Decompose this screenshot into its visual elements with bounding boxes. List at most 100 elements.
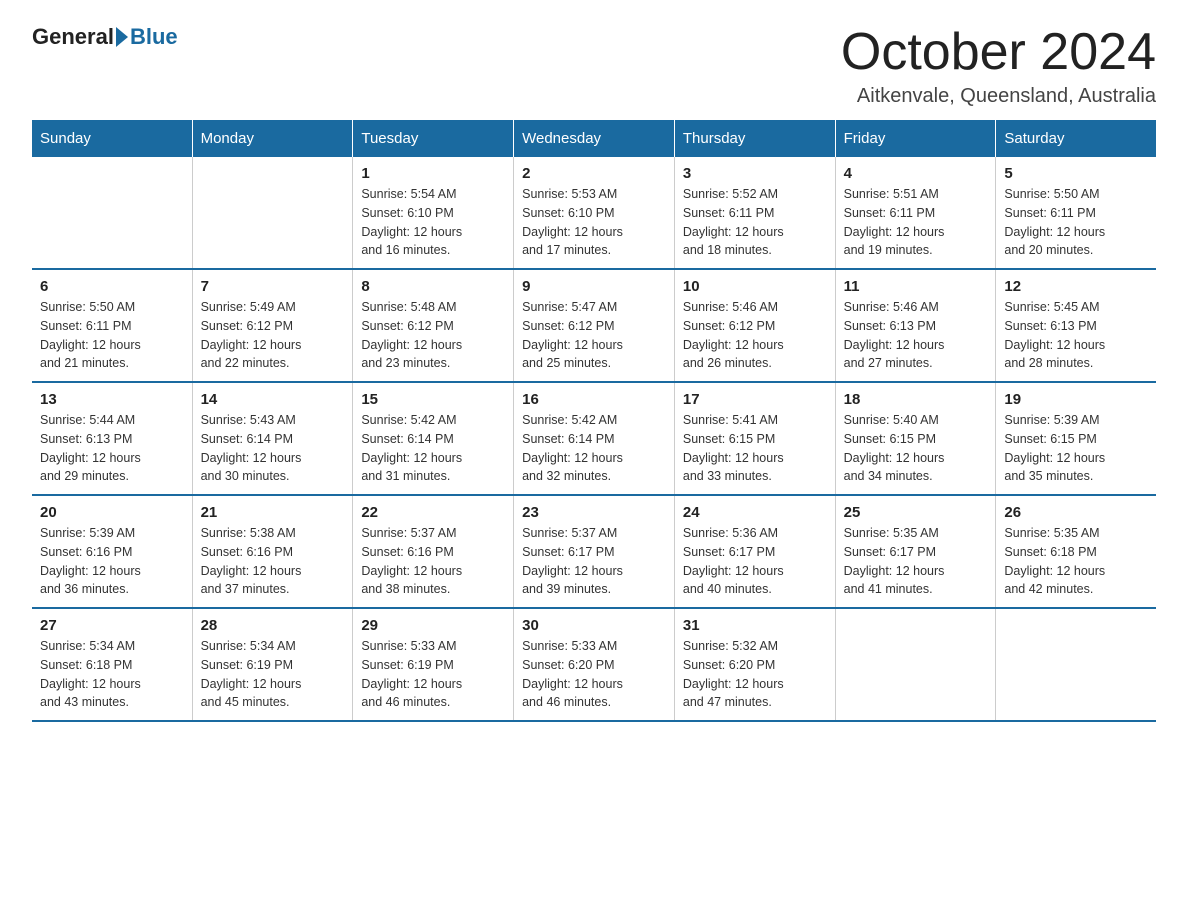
day-info: Sunrise: 5:42 AMSunset: 6:14 PMDaylight:… [361,411,505,486]
calendar-cell: 17 Sunrise: 5:41 AMSunset: 6:15 PMDayligh… [674,382,835,495]
day-info: Sunrise: 5:41 AMSunset: 6:15 PMDaylight:… [683,411,827,486]
title-block: October 2024 Aitkenvale, Queensland, Aus… [841,24,1156,108]
day-info: Sunrise: 5:37 AMSunset: 6:16 PMDaylight:… [361,524,505,599]
day-info: Sunrise: 5:36 AMSunset: 6:17 PMDaylight:… [683,524,827,599]
calendar-cell: 9Sunrise: 5:47 AMSunset: 6:12 PMDaylight… [514,269,675,382]
calendar-cell [835,608,996,721]
calendar-cell: 16Sunrise: 5:42 AMSunset: 6:14 PMDayligh… [514,382,675,495]
header-friday: Friday [835,120,996,157]
header-monday: Monday [192,120,353,157]
logo-text-general: General [32,24,114,50]
calendar-cell: 23 Sunrise: 5:37 AMSunset: 6:17 PMDayligh… [514,495,675,608]
week-row-4: 20 Sunrise: 5:39 AMSunset: 6:16 PMDayligh… [32,495,1156,608]
calendar-cell: 31 Sunrise: 5:32 AMSunset: 6:20 PMDayligh… [674,608,835,721]
header-wednesday: Wednesday [514,120,675,157]
day-number: 31 [683,617,827,634]
calendar-cell: 2Sunrise: 5:53 AMSunset: 6:10 PMDaylight… [514,157,675,269]
day-number: 6 [40,278,184,295]
day-number: 17 [683,391,827,408]
calendar-header: SundayMondayTuesdayWednesdayThursdayFrid… [32,120,1156,157]
day-number: 25 [844,504,988,521]
day-number: 30 [522,617,666,634]
day-number: 22 [361,504,505,521]
day-info: Sunrise: 5:34 AMSunset: 6:19 PMDaylight:… [201,637,345,712]
calendar-cell: 11 Sunrise: 5:46 AMSunset: 6:13 PMDayligh… [835,269,996,382]
day-number: 12 [1004,278,1148,295]
calendar-cell: 22 Sunrise: 5:37 AMSunset: 6:16 PMDayligh… [353,495,514,608]
day-info: Sunrise: 5:39 AMSunset: 6:16 PMDaylight:… [40,524,184,599]
calendar-table: SundayMondayTuesdayWednesdayThursdayFrid… [32,120,1156,722]
page-title: October 2024 [841,24,1156,81]
header-tuesday: Tuesday [353,120,514,157]
header-saturday: Saturday [996,120,1156,157]
day-number: 20 [40,504,184,521]
logo-arrow-icon [116,27,128,47]
day-number: 26 [1004,504,1148,521]
calendar-cell: 27Sunrise: 5:34 AMSunset: 6:18 PMDayligh… [32,608,192,721]
calendar-cell: 10Sunrise: 5:46 AMSunset: 6:12 PMDayligh… [674,269,835,382]
day-number: 5 [1004,165,1148,182]
day-info: Sunrise: 5:44 AMSunset: 6:13 PMDaylight:… [40,411,184,486]
day-number: 14 [201,391,345,408]
day-info: Sunrise: 5:51 AMSunset: 6:11 PMDaylight:… [844,185,988,260]
calendar-cell: 19 Sunrise: 5:39 AMSunset: 6:15 PMDayligh… [996,382,1156,495]
calendar-cell: 3 Sunrise: 5:52 AMSunset: 6:11 PMDaylight… [674,157,835,269]
calendar-cell [192,157,353,269]
day-number: 11 [844,278,988,295]
day-info: Sunrise: 5:35 AMSunset: 6:17 PMDaylight:… [844,524,988,599]
calendar-cell: 24 Sunrise: 5:36 AMSunset: 6:17 PMDayligh… [674,495,835,608]
day-number: 29 [361,617,505,634]
calendar-cell: 14Sunrise: 5:43 AMSunset: 6:14 PMDayligh… [192,382,353,495]
day-info: Sunrise: 5:32 AMSunset: 6:20 PMDaylight:… [683,637,827,712]
day-info: Sunrise: 5:38 AMSunset: 6:16 PMDaylight:… [201,524,345,599]
calendar-body: 1Sunrise: 5:54 AMSunset: 6:10 PMDaylight… [32,157,1156,721]
day-info: Sunrise: 5:52 AMSunset: 6:11 PMDaylight:… [683,185,827,260]
week-row-3: 13 Sunrise: 5:44 AMSunset: 6:13 PMDayligh… [32,382,1156,495]
header-row: SundayMondayTuesdayWednesdayThursdayFrid… [32,120,1156,157]
header-sunday: Sunday [32,120,192,157]
calendar-cell: 1Sunrise: 5:54 AMSunset: 6:10 PMDaylight… [353,157,514,269]
day-info: Sunrise: 5:50 AMSunset: 6:11 PMDaylight:… [1004,185,1148,260]
calendar-cell: 12 Sunrise: 5:45 AMSunset: 6:13 PMDayligh… [996,269,1156,382]
day-number: 4 [844,165,988,182]
day-info: Sunrise: 5:48 AMSunset: 6:12 PMDaylight:… [361,298,505,373]
calendar-cell [996,608,1156,721]
day-info: Sunrise: 5:35 AMSunset: 6:18 PMDaylight:… [1004,524,1148,599]
day-number: 7 [201,278,345,295]
day-info: Sunrise: 5:54 AMSunset: 6:10 PMDaylight:… [361,185,505,260]
calendar-cell: 26 Sunrise: 5:35 AMSunset: 6:18 PMDayligh… [996,495,1156,608]
day-number: 8 [361,278,505,295]
calendar-cell: 6Sunrise: 5:50 AMSunset: 6:11 PMDaylight… [32,269,192,382]
day-number: 16 [522,391,666,408]
day-info: Sunrise: 5:49 AMSunset: 6:12 PMDaylight:… [201,298,345,373]
calendar-cell: 5 Sunrise: 5:50 AMSunset: 6:11 PMDaylight… [996,157,1156,269]
header-thursday: Thursday [674,120,835,157]
day-info: Sunrise: 5:39 AMSunset: 6:15 PMDaylight:… [1004,411,1148,486]
calendar-cell: 15Sunrise: 5:42 AMSunset: 6:14 PMDayligh… [353,382,514,495]
day-number: 24 [683,504,827,521]
calendar-cell: 30Sunrise: 5:33 AMSunset: 6:20 PMDayligh… [514,608,675,721]
calendar-cell: 25 Sunrise: 5:35 AMSunset: 6:17 PMDayligh… [835,495,996,608]
calendar-cell: 29Sunrise: 5:33 AMSunset: 6:19 PMDayligh… [353,608,514,721]
calendar-cell: 13 Sunrise: 5:44 AMSunset: 6:13 PMDayligh… [32,382,192,495]
day-number: 3 [683,165,827,182]
calendar-cell: 18 Sunrise: 5:40 AMSunset: 6:15 PMDayligh… [835,382,996,495]
day-info: Sunrise: 5:45 AMSunset: 6:13 PMDaylight:… [1004,298,1148,373]
day-number: 10 [683,278,827,295]
week-row-1: 1Sunrise: 5:54 AMSunset: 6:10 PMDaylight… [32,157,1156,269]
calendar-cell: 28 Sunrise: 5:34 AMSunset: 6:19 PMDayligh… [192,608,353,721]
day-info: Sunrise: 5:46 AMSunset: 6:13 PMDaylight:… [844,298,988,373]
day-number: 2 [522,165,666,182]
day-info: Sunrise: 5:34 AMSunset: 6:18 PMDaylight:… [40,637,184,712]
calendar-cell: 4 Sunrise: 5:51 AMSunset: 6:11 PMDaylight… [835,157,996,269]
day-number: 21 [201,504,345,521]
day-number: 13 [40,391,184,408]
calendar-cell: 8 Sunrise: 5:48 AMSunset: 6:12 PMDaylight… [353,269,514,382]
day-info: Sunrise: 5:40 AMSunset: 6:15 PMDaylight:… [844,411,988,486]
day-info: Sunrise: 5:37 AMSunset: 6:17 PMDaylight:… [522,524,666,599]
day-number: 28 [201,617,345,634]
day-number: 19 [1004,391,1148,408]
day-info: Sunrise: 5:47 AMSunset: 6:12 PMDaylight:… [522,298,666,373]
day-number: 23 [522,504,666,521]
day-number: 18 [844,391,988,408]
